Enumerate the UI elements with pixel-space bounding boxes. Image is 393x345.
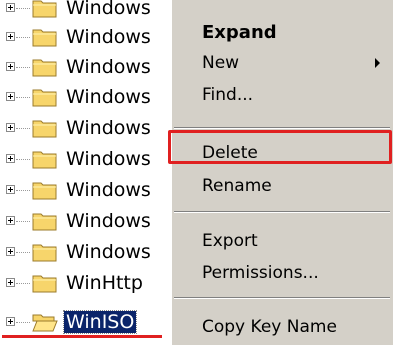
- menu-item-export[interactable]: Export: [171, 226, 393, 256]
- folder-icon: [32, 29, 57, 47]
- folder-icon: [32, 0, 57, 18]
- tree-item-label[interactable]: Windows: [64, 86, 153, 108]
- tree-item[interactable]: Windows: [0, 53, 180, 82]
- tree-item[interactable]: Windows: [0, 207, 180, 236]
- expand-plus-icon[interactable]: [6, 62, 15, 71]
- tree-item[interactable]: Windows: [0, 83, 180, 112]
- submenu-arrow-icon: [375, 58, 380, 68]
- folder-icon: [32, 213, 57, 231]
- tree-item[interactable]: Windows: [0, 23, 180, 52]
- menu-item-new-label: New: [202, 53, 240, 73]
- tree-item-label[interactable]: WinHttp: [64, 272, 145, 294]
- tree-item[interactable]: Windows: [0, 145, 180, 174]
- folder-icon: [32, 151, 57, 169]
- tree-connector: [16, 283, 30, 284]
- expand-plus-icon[interactable]: [6, 185, 15, 194]
- tree-connector: [16, 159, 30, 160]
- tree-connector: [16, 252, 30, 253]
- menu-item-permissions[interactable]: Permissions...: [171, 258, 393, 288]
- expand-plus-icon[interactable]: [6, 92, 15, 101]
- folder-icon: [32, 120, 57, 138]
- menu-item-new[interactable]: New: [171, 48, 393, 78]
- tree-item-label[interactable]: Windows: [64, 26, 153, 48]
- menu-item-copy-key-name[interactable]: Copy Key Name: [171, 312, 393, 342]
- selection-highlight-underline: [2, 335, 162, 338]
- tree-connector: [16, 322, 30, 323]
- context-menu: Expand New Find... Delete Rename Export …: [170, 0, 393, 345]
- folder-icon: [32, 182, 57, 200]
- tree-item-label[interactable]: Windows: [64, 117, 153, 139]
- tree-connector: [16, 97, 30, 98]
- folder-icon: [32, 275, 57, 293]
- menu-separator: [174, 127, 390, 129]
- menu-separator: [174, 211, 390, 213]
- tree-item[interactable]: Windows: [0, 238, 180, 267]
- tree-connector: [16, 128, 30, 129]
- expand-plus-icon[interactable]: [6, 154, 15, 163]
- tree-connector: [16, 67, 30, 68]
- tree-item-label[interactable]: Windows: [64, 0, 153, 19]
- expand-plus-icon[interactable]: [6, 278, 15, 287]
- tree-item-label[interactable]: Windows: [64, 179, 153, 201]
- open-folder-icon: [32, 314, 58, 332]
- tree-connector: [16, 221, 30, 222]
- menu-separator: [174, 297, 390, 299]
- tree-item-selected[interactable]: WinISO: [0, 308, 180, 337]
- expand-plus-icon[interactable]: [6, 3, 15, 12]
- tree-connector: [16, 8, 30, 9]
- folder-icon: [32, 89, 57, 107]
- tree-item[interactable]: Windows: [0, 176, 180, 205]
- tree-item-label[interactable]: Windows: [64, 56, 153, 78]
- tree-item-label[interactable]: Windows: [64, 241, 153, 263]
- tree-connector: [16, 190, 30, 191]
- tree-item-label[interactable]: Windows: [64, 210, 153, 232]
- menu-item-expand[interactable]: Expand: [171, 18, 393, 48]
- menu-item-find[interactable]: Find...: [171, 80, 393, 110]
- delete-highlight-box: [168, 130, 392, 164]
- expand-plus-icon[interactable]: [6, 32, 15, 41]
- menu-item-rename[interactable]: Rename: [171, 171, 393, 201]
- expand-plus-icon[interactable]: [6, 317, 15, 326]
- tree-item-label[interactable]: Windows: [64, 148, 153, 170]
- folder-icon: [32, 59, 57, 77]
- expand-plus-icon[interactable]: [6, 247, 15, 256]
- tree-item-label[interactable]: WinISO: [62, 310, 138, 334]
- tree-item[interactable]: Windows: [0, 114, 180, 143]
- tree-item[interactable]: Windows: [0, 0, 180, 23]
- expand-plus-icon[interactable]: [6, 216, 15, 225]
- folder-icon: [32, 244, 57, 262]
- tree-connector: [16, 37, 30, 38]
- expand-plus-icon[interactable]: [6, 123, 15, 132]
- tree-item[interactable]: WinHttp: [0, 269, 180, 298]
